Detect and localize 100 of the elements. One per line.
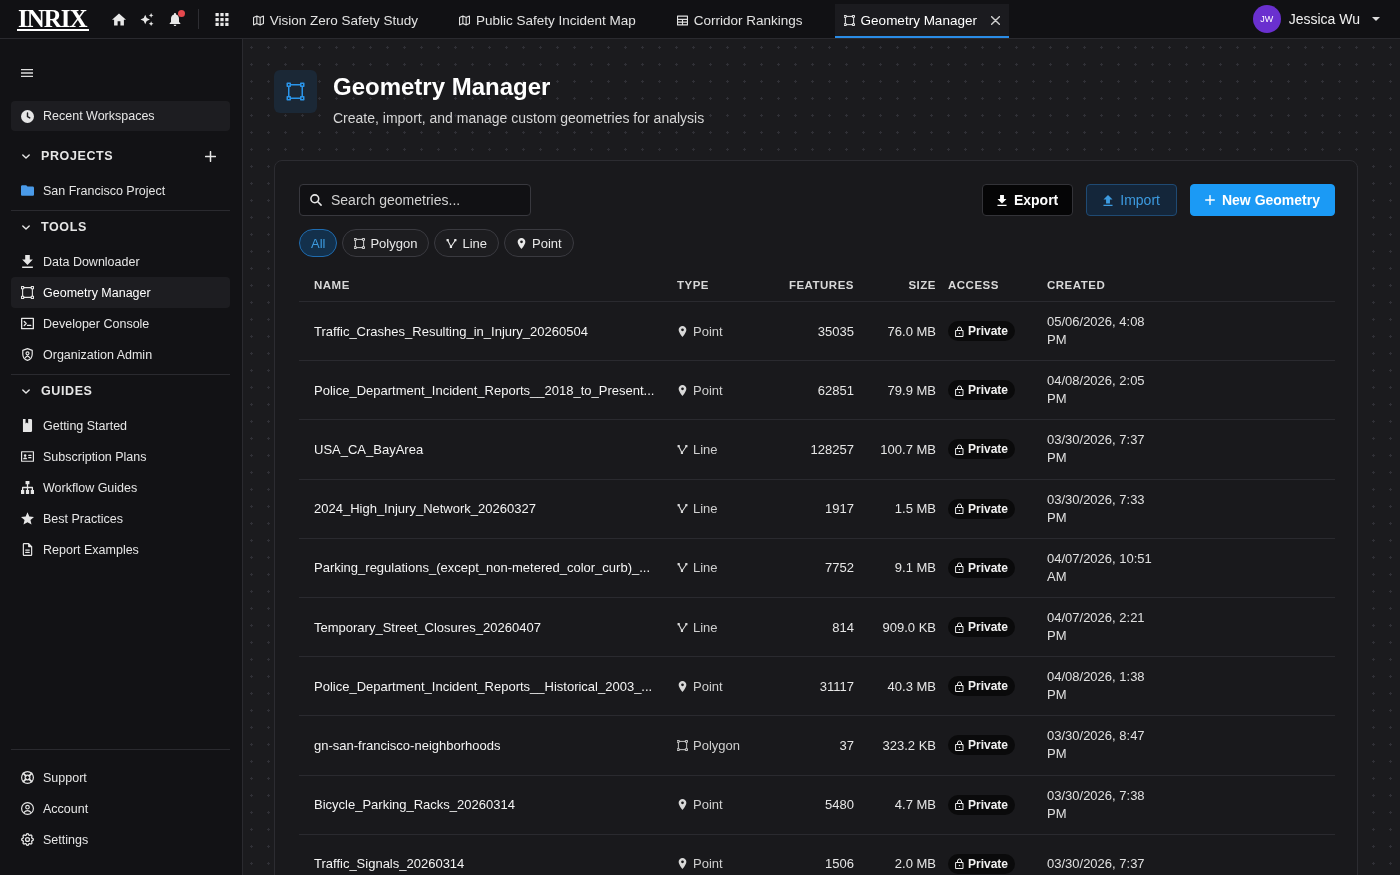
table-icon bbox=[676, 14, 688, 26]
upload-icon bbox=[1103, 194, 1114, 206]
lock-icon bbox=[955, 325, 964, 337]
clock-icon bbox=[21, 109, 34, 123]
lock-icon bbox=[955, 858, 964, 870]
sidebar-item[interactable]: Settings bbox=[11, 824, 230, 855]
sidebar-item[interactable]: San Francisco Project bbox=[11, 175, 230, 206]
sidebar-item[interactable]: Account bbox=[11, 793, 230, 824]
access-label: Private bbox=[968, 442, 1009, 457]
user-name[interactable]: Jessica Wu bbox=[1288, 11, 1360, 27]
created-date: 04/08/2026, 2:05 PM bbox=[1047, 372, 1146, 409]
sidebar-item[interactable]: Recent Workspaces bbox=[11, 101, 230, 131]
filter-chip[interactable]: All bbox=[299, 229, 338, 257]
type-label: Point bbox=[693, 323, 723, 339]
lock-icon bbox=[955, 443, 964, 455]
lock-icon bbox=[955, 562, 964, 574]
filter-chip[interactable]: Polygon bbox=[342, 229, 430, 257]
export-button[interactable]: Export bbox=[981, 184, 1074, 216]
plus-icon bbox=[1204, 195, 1215, 205]
geometry-name: Traffic_Signals_20260314 bbox=[314, 856, 465, 872]
polyline-icon bbox=[677, 503, 688, 515]
home-icon[interactable] bbox=[111, 12, 126, 26]
column-header: SIZE bbox=[908, 278, 936, 291]
type-label: Point bbox=[693, 797, 723, 813]
created-date: 03/30/2026, 7:37 PM bbox=[1047, 431, 1146, 468]
feature-count: 31117 bbox=[819, 678, 854, 694]
user-avatar[interactable]: JW bbox=[1252, 5, 1281, 33]
sidebar-item[interactable]: Geometry Manager bbox=[11, 277, 230, 308]
polyline-icon bbox=[677, 443, 688, 455]
sidebar-item[interactable]: Report Examples bbox=[11, 534, 230, 565]
file-size: 40.3 MB bbox=[887, 678, 936, 694]
sidebar-item[interactable]: Organization Admin bbox=[11, 339, 230, 370]
filter-chip[interactable]: Line bbox=[434, 229, 499, 257]
search-icon bbox=[310, 194, 322, 206]
tab[interactable]: Geometry Manager bbox=[834, 4, 1009, 38]
type-label: Line bbox=[693, 560, 718, 576]
section-toggle[interactable]: TOOLS bbox=[11, 213, 87, 241]
access-label: Private bbox=[968, 856, 1009, 871]
created-date: 03/30/2026, 7:37 bbox=[1047, 854, 1146, 873]
section-toggle[interactable]: GUIDES bbox=[11, 377, 93, 405]
close-icon[interactable] bbox=[990, 15, 1000, 25]
sparkle-icon[interactable] bbox=[139, 12, 154, 26]
file-size: 79.9 MB bbox=[887, 382, 936, 398]
sidebar-item[interactable]: Best Practices bbox=[11, 503, 230, 534]
type-label: Line bbox=[693, 441, 718, 457]
feature-count: 35035 bbox=[817, 323, 854, 339]
map-icon bbox=[252, 14, 264, 26]
geometry-name: Police_Department_Incident_Reports__Historical_2003_... bbox=[314, 678, 653, 694]
grid-icon[interactable] bbox=[214, 12, 229, 26]
import-button[interactable]: Import bbox=[1086, 184, 1177, 216]
lock-icon bbox=[955, 680, 964, 692]
access-label: Private bbox=[968, 560, 1009, 575]
access-label: Private bbox=[968, 620, 1009, 635]
polygon-icon bbox=[274, 70, 317, 113]
type-label: Point bbox=[693, 678, 723, 694]
logo[interactable]: INRIX bbox=[17, 7, 89, 31]
polyline-icon bbox=[677, 562, 688, 574]
geometry-name: Bicycle_Parking_Racks_20260314 bbox=[314, 797, 515, 813]
filter-chip[interactable]: Point bbox=[504, 229, 574, 257]
page-title: Geometry Manager bbox=[333, 72, 552, 102]
menu-icon[interactable] bbox=[21, 68, 33, 78]
search-field[interactable]: Search geometries... bbox=[299, 184, 531, 216]
download-icon bbox=[996, 194, 1007, 206]
created-date: 04/08/2026, 1:38 PM bbox=[1047, 668, 1146, 705]
sidebar-item[interactable]: Subscription Plans bbox=[11, 441, 230, 472]
bell-icon[interactable] bbox=[167, 12, 182, 26]
geometry-name: Traffic_Crashes_Resulting_in_Injury_20260504 bbox=[314, 323, 588, 339]
terminal-icon bbox=[21, 317, 34, 330]
sidebar-item[interactable]: Data Downloader bbox=[11, 246, 230, 277]
column-header: ACCESS bbox=[948, 278, 999, 291]
tab[interactable]: Public Safety Incident Map bbox=[449, 4, 645, 38]
sidebar-item[interactable]: Workflow Guides bbox=[11, 472, 230, 503]
created-date: 04/07/2026, 2:21 PM bbox=[1047, 609, 1146, 646]
caret-down-icon[interactable] bbox=[1372, 17, 1380, 21]
sidebar-item[interactable]: Developer Console bbox=[11, 308, 230, 339]
hierarchy-icon bbox=[21, 481, 34, 494]
file-size: 76.0 MB bbox=[887, 323, 936, 339]
tab[interactable]: Vision Zero Safety Study bbox=[243, 4, 427, 38]
polyline-icon bbox=[446, 237, 458, 249]
feature-count: 62851 bbox=[817, 382, 854, 398]
section-toggle[interactable]: PROJECTS bbox=[11, 142, 114, 170]
polygon-icon bbox=[21, 286, 34, 299]
book-icon bbox=[21, 419, 34, 432]
map-icon bbox=[458, 14, 470, 26]
sidebar-item[interactable]: Support bbox=[11, 762, 230, 793]
sidebar-item[interactable]: Getting Started bbox=[11, 410, 230, 441]
type-label: Line bbox=[693, 501, 718, 517]
file-size: 1.5 MB bbox=[894, 501, 936, 517]
column-header: TYPE bbox=[677, 278, 710, 291]
folder-icon bbox=[21, 184, 34, 197]
geometry-name: 2024_High_Injury_Network_20260327 bbox=[314, 501, 536, 517]
page-subtitle: Create, import, and manage custom geometries for analysis bbox=[333, 109, 705, 127]
type-label: Point bbox=[693, 856, 723, 872]
lock-icon bbox=[955, 799, 964, 811]
pin-icon bbox=[677, 799, 688, 811]
created-date: 04/07/2026, 10:51 AM bbox=[1047, 549, 1153, 586]
plus-icon[interactable] bbox=[205, 150, 216, 162]
access-label: Private bbox=[968, 383, 1009, 398]
tab[interactable]: Corridor Rankings bbox=[667, 4, 812, 38]
star-icon bbox=[21, 512, 34, 525]
